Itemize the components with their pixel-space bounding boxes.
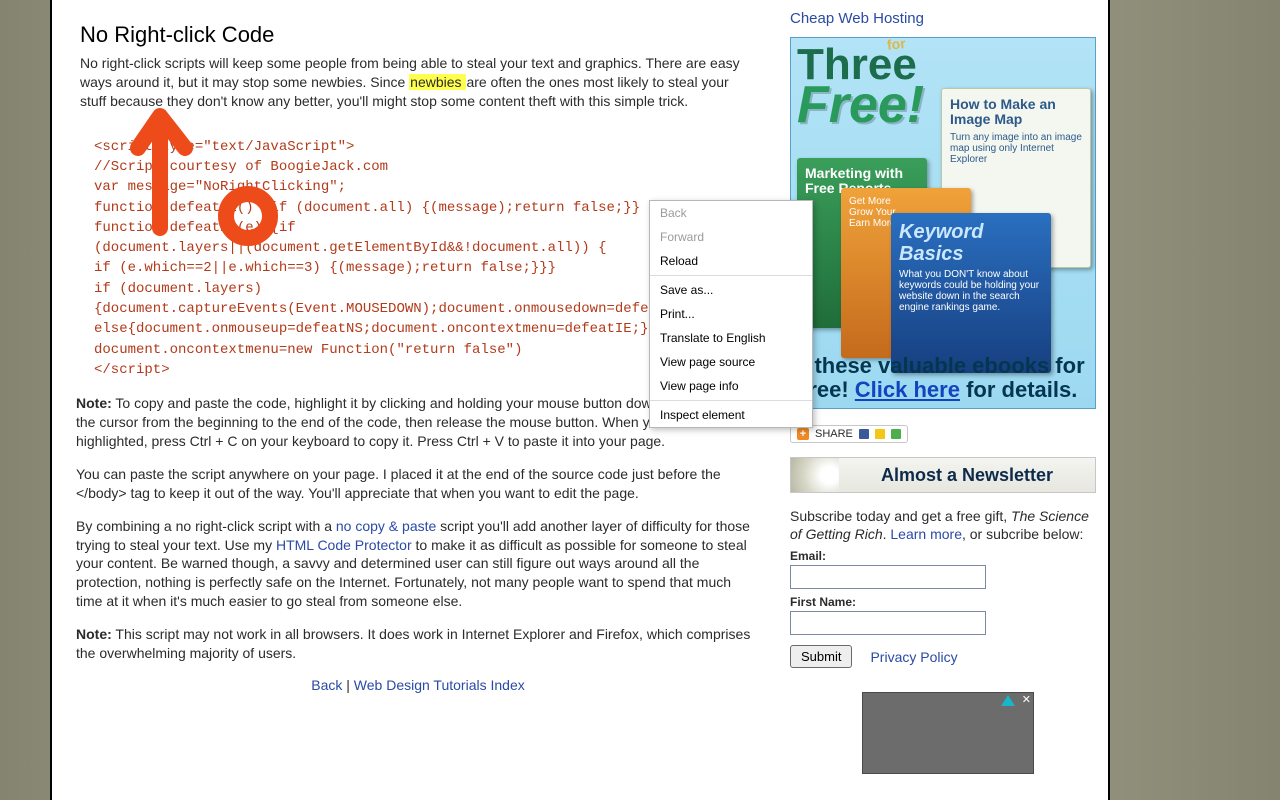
firstname-label: First Name: — [790, 595, 1096, 609]
p3-a: By combining a no right-click script wit… — [76, 518, 336, 534]
three-for-free-promo[interactable]: for Three Free! How to Make an Image Map… — [790, 37, 1096, 409]
ctx-reload[interactable]: Reload — [650, 249, 812, 273]
ctx-back: Back — [650, 201, 812, 225]
firstname-row: First Name: — [790, 595, 1096, 635]
email-field[interactable] — [790, 565, 986, 589]
newsletter-header: Almost a Newsletter — [790, 457, 1096, 493]
get-ebooks-line: t these valuable ebooks for free! Click … — [801, 354, 1085, 402]
book-blue-sub: What you DON'T know about keywords could… — [899, 269, 1043, 313]
share-service-icon — [875, 429, 885, 439]
html-code-protector-link[interactable]: HTML Code Protector — [276, 537, 412, 553]
context-menu: Back Forward Reload Save as... Print... … — [649, 200, 813, 428]
ctx-view-source[interactable]: View page source — [650, 350, 812, 374]
book-keyword: Keyword Basics What you DON'T know about… — [891, 213, 1051, 373]
ad-close-icon[interactable]: ✕ — [1022, 693, 1031, 706]
ctx-save-as[interactable]: Save as... — [650, 278, 812, 302]
ctx-separator — [650, 400, 812, 401]
ctx-translate[interactable]: Translate to English — [650, 326, 812, 350]
link-separator: | — [342, 677, 353, 693]
highlighted-word: newbies — [409, 74, 466, 90]
ctx-forward: Forward — [650, 225, 812, 249]
tutorials-index-link[interactable]: Web Design Tutorials Index — [354, 677, 525, 693]
bottom-links: Back | Web Design Tutorials Index — [76, 677, 760, 693]
ctx-separator — [650, 275, 812, 276]
book-white-title: How to Make an Image Map — [950, 97, 1082, 128]
firstname-field[interactable] — [790, 611, 986, 635]
ctx-view-page-info[interactable]: View page info — [650, 374, 812, 398]
email-row: Email: — [790, 549, 1096, 589]
paragraph-placement: You can paste the script anywhere on you… — [76, 465, 760, 503]
subscribe-text: Subscribe today and get a free gift, The… — [790, 507, 1096, 543]
ctx-inspect[interactable]: Inspect element — [650, 403, 812, 427]
share-service-icon — [891, 429, 901, 439]
get-after: for details. — [960, 377, 1077, 402]
ctx-print[interactable]: Print... — [650, 302, 812, 326]
note-2-label: Note: — [76, 626, 112, 642]
share-plus-icon: + — [797, 428, 809, 440]
cheap-hosting-link[interactable]: Cheap Web Hosting — [790, 10, 924, 27]
ad-placeholder[interactable]: ✕ — [862, 692, 1034, 774]
note-1-label: Note: — [76, 395, 112, 411]
article-highlight-box: No Right-click Code No right-click scrip… — [76, 10, 760, 125]
article-title: No Right-click Code — [80, 22, 746, 48]
paper-curl-icon — [791, 458, 839, 492]
note-2-text: This script may not work in all browsers… — [76, 626, 750, 661]
privacy-policy-link[interactable]: Privacy Policy — [870, 649, 957, 665]
learn-more-link[interactable]: Learn more — [890, 526, 962, 542]
share-service-icon — [859, 429, 869, 439]
share-label: SHARE — [815, 428, 853, 440]
tff-free: Free! — [797, 83, 924, 127]
article-intro: No right-click scripts will keep some pe… — [80, 54, 746, 111]
sub-before: Subscribe today and get a free gift, — [790, 508, 1011, 524]
sub-after: , or subcribe below: — [962, 526, 1083, 542]
book-white-sub: Turn any image into an image map using o… — [950, 132, 1082, 165]
sidebar: Cheap Web Hosting for Three Free! How to… — [778, 0, 1108, 800]
three-for-free-headline: for Three Free! — [797, 44, 924, 127]
no-copy-paste-link[interactable]: no copy & paste — [336, 518, 436, 534]
adchoices-icon[interactable] — [1001, 695, 1015, 706]
click-here-link[interactable]: Click here — [855, 377, 960, 402]
email-label: Email: — [790, 549, 1096, 563]
page-container: No Right-click Code No right-click scrip… — [50, 0, 1110, 800]
back-link[interactable]: Back — [311, 677, 342, 693]
note-2: Note: This script may not work in all br… — [76, 625, 760, 663]
paragraph-combining: By combining a no right-click script wit… — [76, 517, 760, 611]
newsletter-title: Almost a Newsletter — [839, 465, 1095, 486]
submit-button[interactable]: Submit — [790, 645, 852, 668]
book-blue-title: Keyword Basics — [899, 221, 1043, 265]
